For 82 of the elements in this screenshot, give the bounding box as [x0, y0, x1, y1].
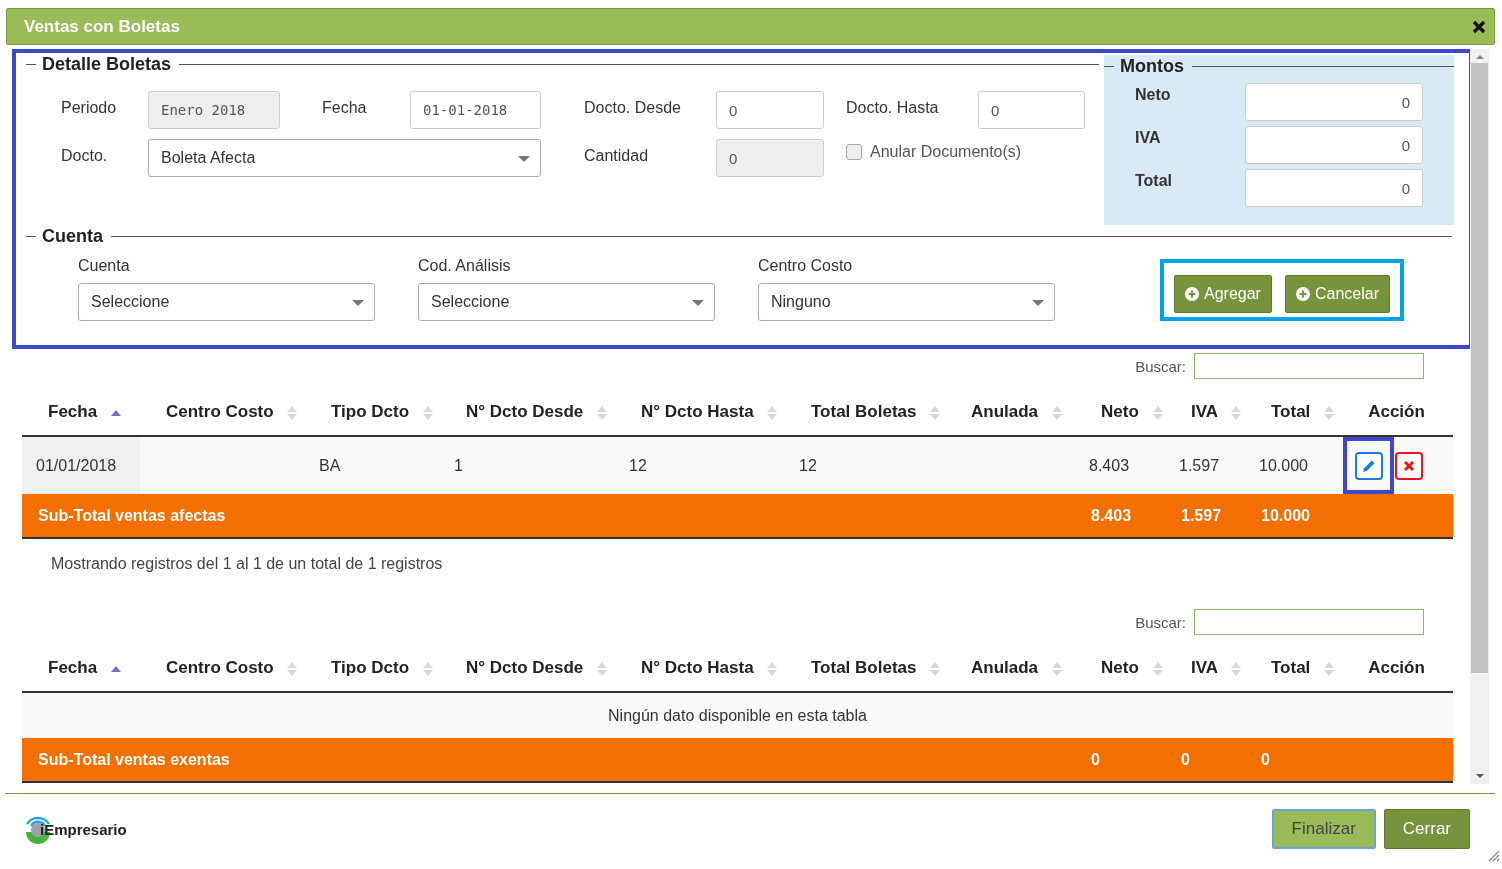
section-title: Montos: [1120, 55, 1184, 77]
pencil-icon: [1362, 459, 1375, 472]
amount-field[interactable]: 0: [1245, 126, 1423, 164]
scroll-up-icon[interactable]: [1474, 53, 1485, 61]
date-field[interactable]: 01-01-2018: [410, 91, 541, 129]
delete-button[interactable]: [1395, 451, 1423, 480]
amount-label: IVA: [1134, 128, 1162, 147]
sort-icon: [1050, 404, 1063, 421]
subtotal-value: 0: [1181, 750, 1190, 768]
sort-icon: [1323, 404, 1336, 421]
scrollbar[interactable]: [1470, 49, 1489, 784]
amount-field[interactable]: 0: [1245, 169, 1423, 207]
field-label: Docto.: [61, 146, 109, 165]
sort-ascending-icon: [109, 408, 122, 417]
search-field[interactable]: [1194, 353, 1424, 379]
subtotal-label: Sub-Total ventas exentas: [38, 750, 230, 768]
subtotal-value: 0: [1261, 750, 1270, 768]
sort-icon: [1230, 660, 1243, 677]
sort-icon: [421, 660, 434, 677]
search-field[interactable]: [1194, 609, 1424, 635]
plus-icon: [1295, 287, 1310, 301]
amount-label: Neto: [1134, 85, 1172, 104]
dropdown[interactable]: Ninguno: [758, 283, 1055, 321]
input-field[interactable]: 0: [716, 91, 824, 129]
resize-grip-icon[interactable]: [1486, 848, 1500, 862]
input-field[interactable]: 0: [978, 91, 1085, 129]
sort-icon: [1323, 660, 1336, 677]
field-label: Periodo: [61, 98, 118, 117]
subtotal-value: 10.000: [1261, 506, 1310, 524]
sort-icon: [929, 404, 942, 421]
scroll-down-icon[interactable]: [1474, 772, 1485, 780]
section-title: Detalle Boletas: [42, 53, 172, 75]
edit-button[interactable]: [1354, 451, 1383, 480]
dropdown[interactable]: Seleccione: [418, 283, 715, 321]
subtotal-value: 0: [1091, 750, 1100, 768]
empty-message: Ningún dato disponible en esta tabla: [608, 706, 867, 724]
field-label: Fecha: [322, 98, 368, 117]
sort-icon: [596, 404, 609, 421]
amount-field[interactable]: 0: [1245, 83, 1423, 121]
sort-icon: [929, 660, 942, 677]
field-label: Docto. Hasta: [846, 98, 940, 117]
sort-icon: [421, 404, 434, 421]
table-cell: 12: [629, 456, 647, 474]
footer-button[interactable]: Finalizar: [1271, 809, 1376, 849]
field-label: Cod. Análisis: [418, 257, 512, 275]
dropdown[interactable]: Seleccione: [78, 283, 375, 321]
table-cell: 1.597: [1179, 456, 1220, 474]
table-cell: BA: [319, 456, 341, 474]
close-icon: [1403, 459, 1415, 472]
checkbox-label: Anular Documento(s): [870, 143, 1022, 161]
table-cell: 01/01/2018: [36, 456, 117, 474]
sort-icon: [1050, 660, 1063, 677]
document-dropdown[interactable]: Boleta Afecta: [148, 139, 541, 177]
search-label: Buscar:: [1135, 613, 1186, 631]
window-title: Ventas con Boletas: [24, 16, 180, 37]
sort-icon: [1151, 404, 1164, 421]
subtotal-value: 1.597: [1181, 506, 1222, 524]
table-cell: 1: [454, 456, 463, 474]
sort-icon: [596, 660, 609, 677]
sort-icon: [1151, 660, 1164, 677]
table-cell: 8.403: [1089, 456, 1130, 474]
subtotal-value: 8.403: [1091, 506, 1132, 524]
amount-label: Total: [1134, 171, 1174, 190]
field-label: Cuenta: [78, 257, 131, 275]
sort-icon: [286, 660, 299, 677]
field-label: Centro Costo: [758, 257, 854, 275]
sort-icon: [1230, 404, 1243, 421]
table-info: Mostrando registros del 1 al 1 de un total de 1 registros: [51, 555, 444, 573]
plus-icon: [1185, 287, 1199, 301]
table-cell: 10.000: [1259, 456, 1308, 474]
search-label: Buscar:: [1135, 357, 1186, 375]
field-label: Docto. Desde: [584, 98, 682, 117]
sort-icon: [766, 660, 779, 677]
checkbox[interactable]: [846, 144, 862, 160]
section-title: Cuenta: [42, 225, 103, 247]
table-cell: 12: [799, 456, 817, 474]
field-label: Cantidad: [584, 146, 650, 165]
sort-icon: [766, 404, 779, 421]
subtotal-label: Sub-Total ventas afectas: [38, 506, 226, 524]
logo-text: iEmpresario: [40, 820, 127, 838]
sort-ascending-icon: [109, 664, 122, 673]
sort-icon: [286, 404, 299, 421]
